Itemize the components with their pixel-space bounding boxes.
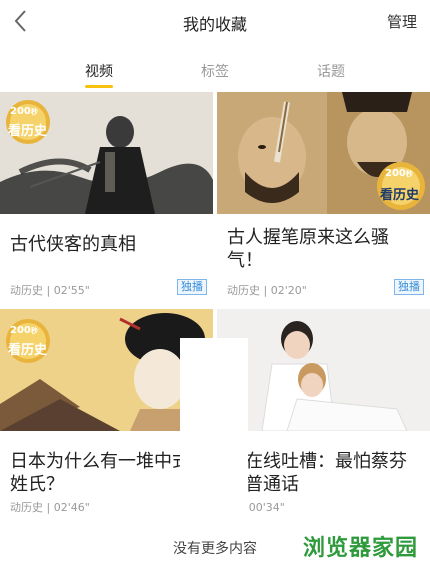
video-source: 动历史	[227, 284, 260, 297]
video-card[interactable]: 200秒 看历史 古人握笔原来这么骚气！ 动历史 | 02'20" 独播	[217, 92, 430, 302]
video-duration: 02'55"	[53, 284, 90, 297]
logo-unit: 秒	[405, 170, 413, 178]
logo-text: 看历史	[8, 343, 48, 358]
video-title[interactable]: 日本为什么有一堆中式姓氏？	[10, 450, 205, 496]
video-thumbnail[interactable]: 200秒 看历史	[0, 92, 213, 214]
tab-tags[interactable]: 标签	[201, 61, 229, 81]
channel-logo: 200秒 看历史	[4, 317, 52, 371]
logo-text: 看历史	[380, 188, 420, 203]
video-title[interactable]: 古人握笔原来这么骚气！	[227, 226, 422, 272]
video-meta: 动历史 | 02'46"	[10, 501, 90, 514]
video-source: 动历史	[10, 501, 43, 514]
exclusive-badge: 独播	[177, 279, 207, 295]
video-title[interactable]: 晋在线吐槽：最怕蔡芬说普通话	[227, 450, 422, 496]
video-thumbnail[interactable]	[217, 309, 430, 431]
video-card[interactable]: 晋在线吐槽：最怕蔡芬说普通话 庆 | 00'34"	[217, 309, 430, 519]
top-bar: 我的收藏 管理	[0, 0, 430, 44]
video-title[interactable]: 古代侠客的真相	[10, 233, 205, 256]
channel-logo: 200秒 看历史	[4, 98, 52, 152]
tab-video[interactable]: 视频	[85, 61, 113, 81]
manage-button[interactable]: 管理	[387, 11, 417, 32]
video-meta: 动历史 | 02'55"	[10, 284, 90, 297]
overlay-block	[180, 338, 248, 538]
exclusive-badge: 独播	[394, 279, 424, 295]
channel-logo: 200秒 看历史	[375, 160, 427, 214]
logo-unit: 秒	[30, 108, 38, 116]
video-card[interactable]: 200秒 看历史 古代侠客的真相 动历史 | 02'55" 独播	[0, 92, 213, 302]
tab-bar: 视频 标签 话题	[0, 58, 430, 90]
logo-unit: 秒	[30, 327, 38, 335]
page-title: 我的收藏	[182, 15, 247, 34]
video-duration: 00'34"	[248, 501, 285, 514]
tab-topics[interactable]: 话题	[317, 61, 345, 81]
logo-number: 200	[10, 106, 31, 117]
video-meta: 动历史 | 02'20"	[227, 284, 307, 297]
logo-number: 200	[10, 325, 31, 336]
watermark-logo: 浏览器家园	[302, 536, 418, 561]
video-thumbnail[interactable]: 200秒 看历史	[217, 92, 430, 214]
video-source: 动历史	[10, 284, 43, 297]
active-tab-indicator	[85, 85, 113, 88]
logo-text: 看历史	[8, 124, 48, 139]
logo-number: 200	[385, 168, 406, 179]
video-duration: 02'20"	[270, 284, 307, 297]
video-duration: 02'46"	[53, 501, 90, 514]
